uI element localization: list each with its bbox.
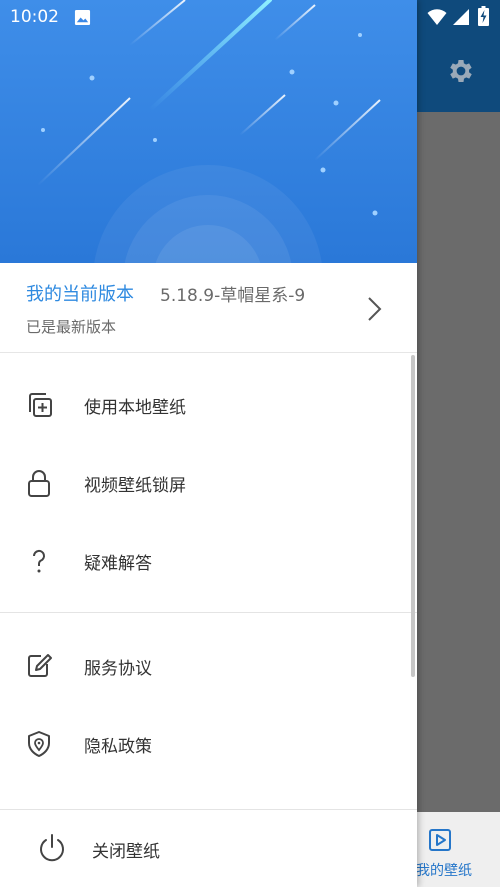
menu-item-service-agreement[interactable]: 服务协议 — [0, 627, 417, 705]
status-bar: 10:02 — [0, 0, 500, 36]
menu-label-privacy-policy: 隐私政策 — [84, 737, 152, 757]
menu-divider — [0, 612, 417, 613]
meteor-banner-illustration — [0, 0, 417, 263]
drawer-scrollbar[interactable] — [411, 355, 415, 677]
settings-gear-icon[interactable] — [446, 56, 476, 86]
chevron-right-icon[interactable] — [366, 296, 382, 322]
status-time: 10:02 — [10, 7, 59, 27]
close-wallpaper-label: 关闭壁纸 — [92, 842, 160, 862]
cell-signal-icon — [453, 9, 469, 25]
drawer-header-banner — [0, 0, 417, 263]
navigation-drawer: 我的当前版本 5.18.9-草帽星系-9 已是最新版本 使用本地壁纸 视频壁纸锁… — [0, 0, 417, 887]
menu-label-local-wallpaper: 使用本地壁纸 — [84, 398, 186, 418]
power-icon — [40, 834, 64, 862]
image-notification-icon — [74, 9, 91, 26]
video-wallpaper-nav-icon[interactable] — [428, 828, 452, 852]
edit-document-icon — [28, 654, 52, 677]
shield-location-icon — [28, 731, 50, 757]
menu-item-local-wallpaper[interactable]: 使用本地壁纸 — [0, 366, 417, 444]
menu-label-troubleshooting: 疑难解答 — [84, 554, 152, 574]
lock-icon — [28, 470, 50, 497]
menu-item-video-lockscreen[interactable]: 视频壁纸锁屏 — [0, 444, 417, 522]
version-row[interactable] — [0, 263, 417, 353]
question-icon — [32, 549, 45, 573]
wifi-icon — [427, 9, 447, 25]
version-number: 5.18.9-草帽星系-9 — [160, 286, 306, 306]
menu-item-privacy-policy[interactable]: 隐私政策 — [0, 705, 417, 783]
version-title: 我的当前版本 — [26, 284, 134, 305]
battery-charging-icon — [478, 6, 489, 26]
menu-item-troubleshooting[interactable]: 疑难解答 — [0, 522, 417, 600]
menu-label-service-agreement: 服务协议 — [84, 659, 152, 679]
menu-label-video-lockscreen: 视频壁纸锁屏 — [84, 476, 186, 496]
close-wallpaper-button[interactable]: 关闭壁纸 — [0, 810, 417, 887]
add-local-wallpaper-icon — [29, 393, 52, 417]
version-status: 已是最新版本 — [26, 318, 117, 336]
